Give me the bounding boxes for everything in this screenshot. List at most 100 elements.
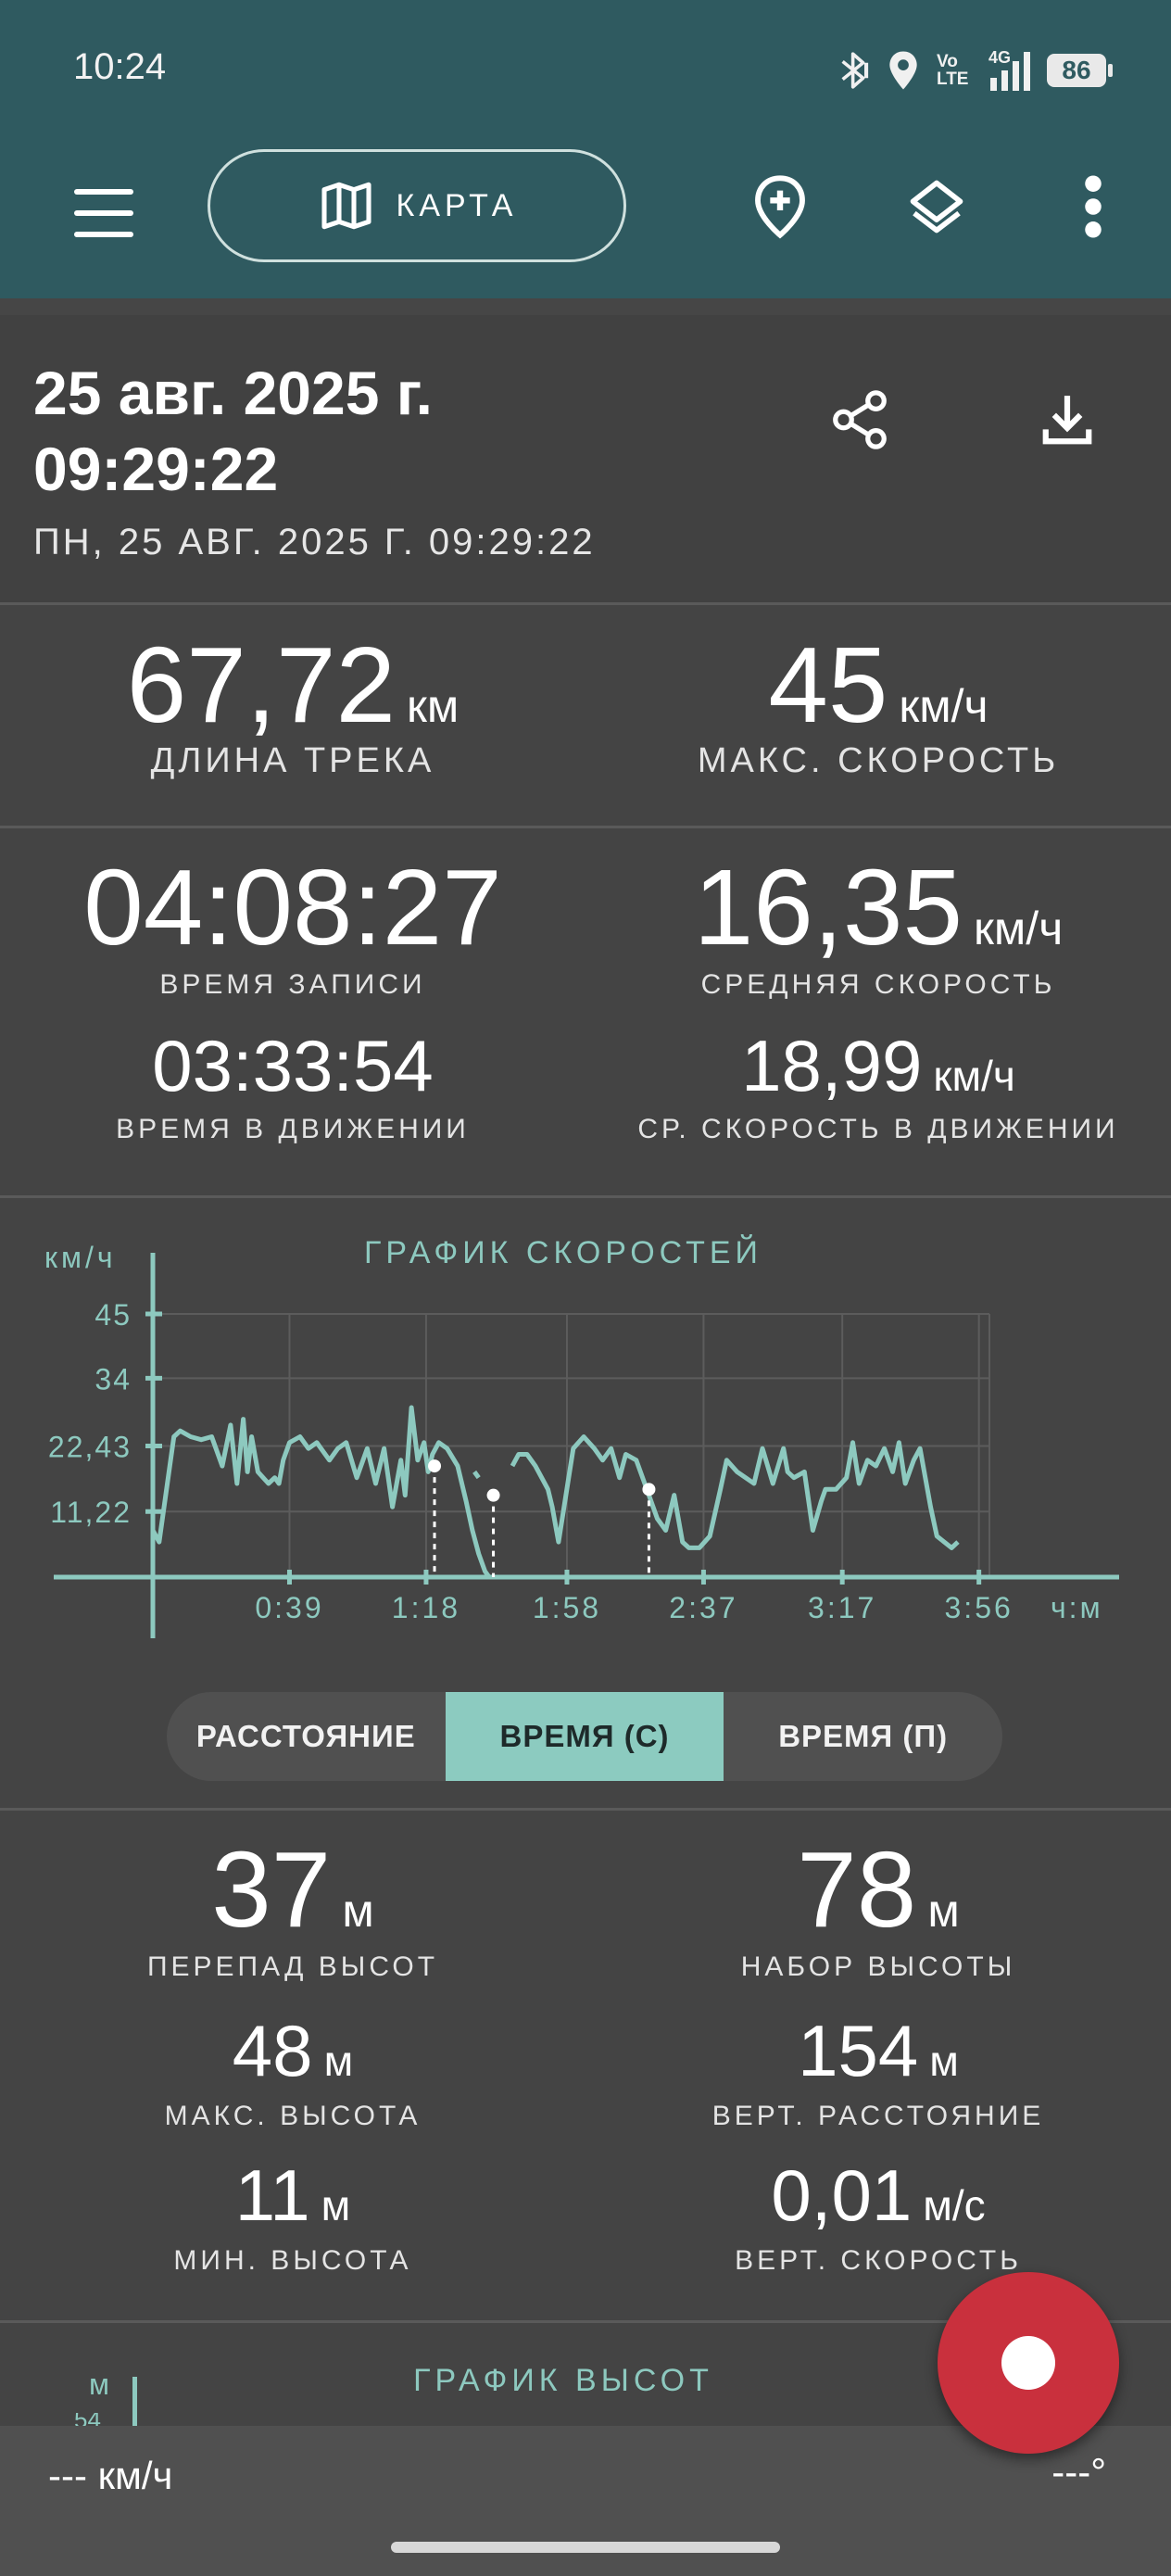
max-elev-value: 48 [232,2010,313,2091]
x-tick-label: 0:39 [255,1591,323,1624]
max-speed-label: МАКС. СКОРОСТЬ [697,741,1060,780]
y-tick-label: 11,22 [50,1496,132,1529]
layers-icon [910,180,963,234]
min-elev-unit: м [321,2181,351,2229]
avg-speed-unit: км/ч [974,903,1064,954]
record-icon [1001,2336,1055,2390]
stat-moving-time: 03:33:54 ВРЕМЯ В ДВИЖЕНИИ [0,1024,586,1145]
max-elev-label: МАКС. ВЫСОТА [164,2101,422,2131]
location-icon [889,51,917,90]
vert-dist-value: 154 [798,2010,919,2091]
download-icon [1042,396,1092,445]
track-title: 25 авг. 2025 г. 09:29:22 [33,359,433,503]
track-length-value: 67,72 [126,625,397,745]
track-length-unit: км [407,680,460,732]
elev-diff-value: 37 [211,1829,332,1950]
status-time: 10:24 [73,46,167,87]
add-waypoint-button[interactable] [743,170,817,244]
elevation-chart-axis [132,2377,137,2426]
stat-track-length: 67,72 км ДЛИНА ТРЕКА [0,623,586,781]
stat-vert-speed: 0,01 м/с ВЕРТ. СКОРОСТЬ [586,2153,1171,2277]
view-time-moving-button[interactable]: ВРЕМЯ (П) [724,1692,1002,1781]
elevation-chart-ylabel: м [89,2368,109,2401]
current-heading: ---° [1051,2450,1106,2494]
avg-speed-label: СРЕДНЯЯ СКОРОСТЬ [700,969,1056,1000]
min-elev-label: МИН. ВЫСОТА [173,2245,412,2276]
speed-line [150,1405,494,1580]
more-button[interactable] [1056,170,1130,244]
max-elev-unit: м [323,2037,354,2085]
x-tick-label: 1:18 [392,1591,460,1624]
stat-min-elev: 11 м МИН. ВЫСОТА [0,2153,586,2277]
y-tick-label: 22,43 [48,1430,132,1463]
avg-moving-speed-unit: км/ч [933,1052,1015,1100]
gesture-bar[interactable] [391,2542,780,2553]
menu-button[interactable] [67,176,141,250]
y-axis-label: км/ч [44,1241,117,1274]
current-speed: --- км/ч [48,2454,173,2497]
elev-gain-value: 78 [797,1829,917,1950]
track-length-label: ДЛИНА ТРЕКА [150,741,435,780]
avg-speed-value: 16,35 [693,847,963,967]
download-button[interactable] [1030,383,1104,457]
vert-speed-unit: м/с [923,2181,986,2229]
record-button[interactable] [938,2272,1119,2454]
4g-signal-icon: 4G [988,48,1030,91]
max-speed-value: 45 [768,625,888,745]
elev-diff-unit: м [342,1885,374,1937]
map-icon [321,182,371,230]
avg-moving-speed-label: СР. СКОРОСТЬ В ДВИЖЕНИИ [637,1114,1119,1144]
x-axis-label: ч:м [1051,1591,1103,1624]
x-tick-label: 3:17 [808,1591,876,1624]
stat-record-time: 04:08:27 ВРЕМЯ ЗАПИСИ [0,845,586,1001]
share-button[interactable] [823,383,897,457]
vert-speed-label: ВЕРТ. СКОРОСТЬ [735,2245,1022,2276]
y-tick-label: 45 [94,1298,132,1332]
vert-dist-unit: м [929,2037,959,2085]
layers-button[interactable] [900,170,974,244]
stat-vert-dist: 154 м ВЕРТ. РАССТОЯНИЕ [586,2009,1171,2132]
moving-time-value: 03:33:54 [152,1025,434,1106]
y-tick-label: 34 [94,1362,132,1395]
min-elev-value: 11 [234,2154,310,2236]
add-location-icon [755,175,805,239]
avg-moving-speed-value: 18,99 [741,1025,923,1106]
share-icon [833,390,887,449]
elev-gain-label: НАБОР ВЫСОТЫ [740,1951,1016,1982]
stat-elev-gain: 78 м НАБОР ВЫСОТЫ [586,1827,1171,1983]
vert-dist-label: ВЕРТ. РАССТОЯНИЕ [711,2101,1045,2131]
map-button-label: КАРТА [396,187,518,223]
bottom-info-bar [0,2426,1171,2576]
battery-icon: 86 [1047,54,1113,87]
marker-point [486,1488,500,1502]
stat-max-elev: 48 м МАКС. ВЫСОТА [0,2009,586,2132]
speed-chart[interactable]: 45 34 22,43 11,22 0:39 1:18 1:58 2:37 3:17 3:56 км… [0,1205,1171,1649]
stat-elev-diff: 37 м ПЕРЕПАД ВЫСОТ [0,1827,586,1983]
view-distance-button[interactable]: РАССТОЯНИЕ [167,1692,446,1781]
track-subtitle: ПН, 25 АВГ. 2025 Г. 09:29:22 [33,522,596,562]
elev-diff-label: ПЕРЕПАД ВЫСОТ [146,1951,439,1982]
elev-gain-unit: м [927,1885,960,1937]
map-button[interactable]: КАРТА [208,149,626,262]
elevation-chart-tick: 54 [74,2413,101,2426]
more-vert-icon [1085,175,1102,238]
moving-time-label: ВРЕМЯ В ДВИЖЕНИИ [116,1114,470,1144]
marker-point [428,1459,442,1473]
marker-point [642,1483,656,1496]
speed-line [472,1470,481,1480]
view-time-clock-button[interactable]: ВРЕМЯ (С) [445,1692,724,1781]
bluetooth-icon [841,52,869,89]
x-tick-label: 1:58 [533,1591,601,1624]
status-icons: Vo LTE 4G 86 [838,46,1113,95]
record-time-label: ВРЕМЯ ЗАПИСИ [159,969,426,1000]
chart-view-toggle: РАССТОЯНИЕ ВРЕМЯ (С) ВРЕМЯ (П) [167,1692,1002,1781]
stat-avg-moving-speed: 18,99 км/ч СР. СКОРОСТЬ В ДВИЖЕНИИ [586,1024,1171,1145]
max-speed-unit: км/ч [899,680,988,732]
stat-max-speed: 45 км/ч МАКС. СКОРОСТЬ [586,623,1171,781]
record-time-value: 04:08:27 [83,847,502,967]
x-tick-label: 2:37 [669,1591,737,1624]
volte-icon: Vo LTE [937,52,969,89]
network-type: 4G [988,48,1012,67]
x-tick-label: 3:56 [945,1591,1014,1624]
speed-line [510,1434,960,1550]
